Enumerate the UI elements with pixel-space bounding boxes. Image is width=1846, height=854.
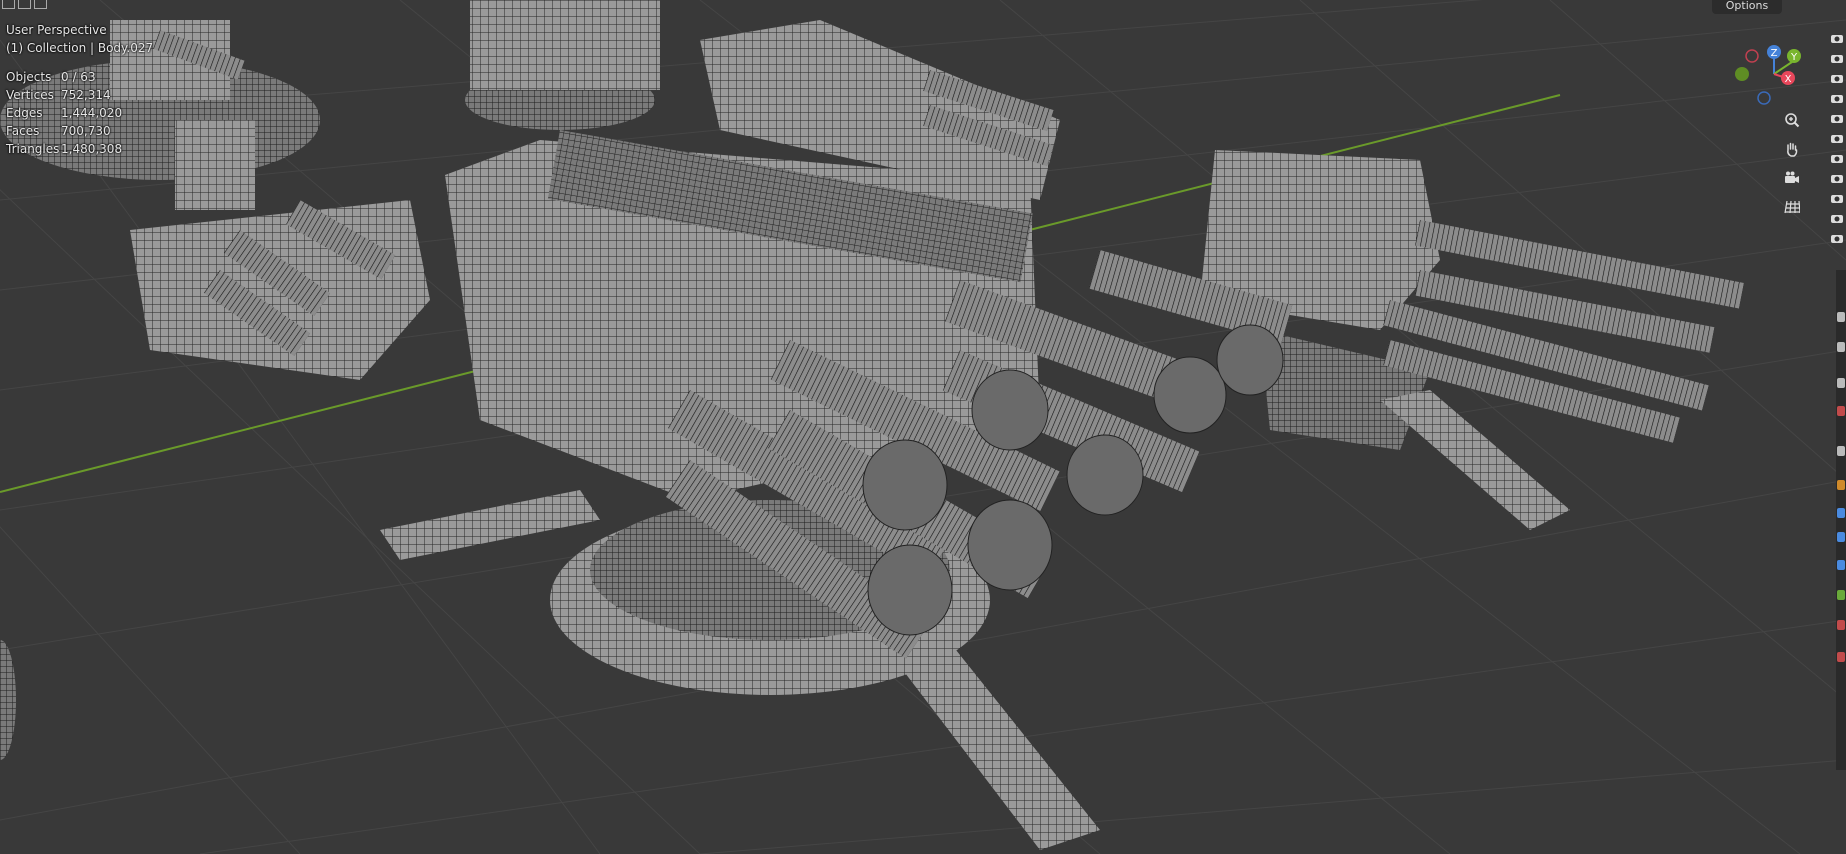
- modifier-tab-icon[interactable]: [1837, 508, 1845, 518]
- viewport-scene[interactable]: [0, 0, 1846, 854]
- stat-value: 700,730: [61, 124, 111, 138]
- zoom-icon[interactable]: [1780, 108, 1804, 132]
- stat-row-edges: Edges 1,444,020: [6, 104, 122, 122]
- stat-row-faces: Faces 700,730: [6, 122, 122, 140]
- camera-icon[interactable]: [1830, 232, 1844, 246]
- texture-tab-icon[interactable]: [1837, 652, 1845, 662]
- stat-row-objects: Objects 0 / 63: [6, 68, 122, 86]
- camera-icon[interactable]: [1830, 132, 1844, 146]
- collection-label: (1) Collection | Body.027: [6, 41, 154, 55]
- options-button[interactable]: Options: [1712, 0, 1782, 14]
- gizmo-y-label: Y: [1790, 52, 1798, 63]
- stat-value: 1,480,308: [61, 142, 123, 156]
- stat-value: 1,444,020: [61, 106, 123, 120]
- perspective-label: User Perspective: [6, 23, 107, 37]
- gizmo-neg-y-handle: [1735, 67, 1749, 81]
- shading-icon[interactable]: [18, 0, 31, 9]
- gizmo-neg-x-handle: [1745, 49, 1759, 63]
- gizmo-neg-z-handle: [1757, 91, 1771, 105]
- stat-row-vertices: Vertices 752,314: [6, 86, 122, 104]
- properties-panel-edge[interactable]: [1836, 270, 1846, 770]
- stat-value: 752,314: [61, 88, 111, 102]
- camera-icon[interactable]: [1830, 32, 1844, 46]
- camera-icon[interactable]: [1830, 72, 1844, 86]
- render-tab-icon[interactable]: [1837, 342, 1845, 352]
- navigation-gizmo[interactable]: Z Y X: [1730, 42, 1820, 108]
- camera-icon[interactable]: [1830, 92, 1844, 106]
- world-tab-icon[interactable]: [1837, 446, 1845, 456]
- camera-icon[interactable]: [1830, 212, 1844, 226]
- stat-label: Objects: [6, 70, 52, 84]
- stat-label: Vertices: [6, 88, 54, 102]
- partial-object-left-edge: [0, 640, 16, 760]
- physics-tab-icon[interactable]: [1837, 560, 1845, 570]
- camera-icon[interactable]: [1830, 152, 1844, 166]
- 3d-viewport[interactable]: User Perspective (1) Collection | Body.0…: [0, 0, 1846, 854]
- stat-label: Triangles: [6, 142, 60, 156]
- data-tab-icon[interactable]: [1837, 590, 1845, 600]
- outliner-visibility-strip: [1826, 18, 1846, 248]
- hand-pan-icon[interactable]: [1780, 137, 1804, 161]
- object-tab-icon[interactable]: [1837, 480, 1845, 490]
- overlay-icon[interactable]: [34, 0, 47, 9]
- stat-row-triangles: Triangles 1,480,308: [6, 140, 122, 158]
- camera-view-icon[interactable]: [1780, 166, 1804, 190]
- camera-icon[interactable]: [1830, 192, 1844, 206]
- material-tab-icon[interactable]: [1837, 620, 1845, 630]
- scene-tab-icon[interactable]: [1837, 406, 1845, 416]
- turret-background-top: [465, 0, 660, 130]
- stat-label: Faces: [6, 124, 40, 138]
- stat-value: 0 / 63: [61, 70, 96, 84]
- particles-tab-icon[interactable]: [1837, 532, 1845, 542]
- grid-ortho-icon[interactable]: [1780, 195, 1804, 219]
- output-tab-icon[interactable]: [1837, 378, 1845, 388]
- mode-icon[interactable]: [2, 0, 15, 9]
- view-info: User Perspective (1) Collection | Body.0…: [6, 21, 153, 57]
- scene-statistics: Objects 0 / 63 Vertices 752,314 Edges 1,444…: [6, 68, 122, 158]
- camera-icon[interactable]: [1830, 172, 1844, 186]
- tool-tab-icon[interactable]: [1837, 312, 1845, 322]
- camera-icon[interactable]: [1830, 52, 1844, 66]
- gizmo-x-label: X: [1785, 74, 1792, 85]
- gizmo-z-label: Z: [1771, 48, 1778, 59]
- stat-label: Edges: [6, 106, 43, 120]
- viewport-header-icons[interactable]: [2, 0, 47, 10]
- camera-icon[interactable]: [1830, 112, 1844, 126]
